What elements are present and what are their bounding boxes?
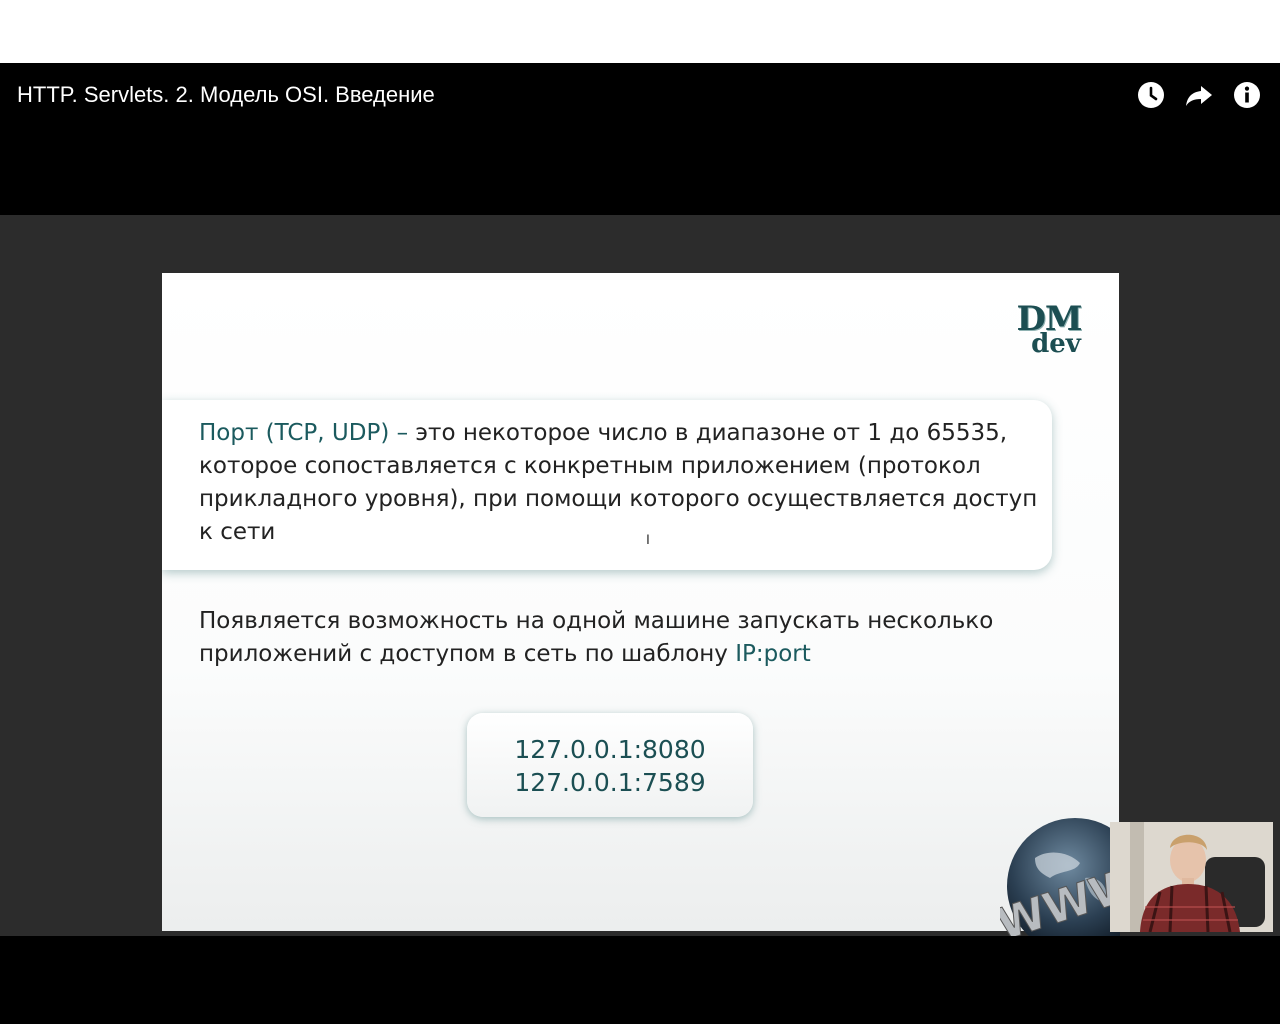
ip-example-1: 127.0.0.1:8080 [514, 735, 706, 764]
ip-port-paragraph: Появляется возможность на одной машине з… [199, 605, 1079, 671]
text-cursor-icon: I [646, 531, 650, 547]
player-top-actions [1136, 80, 1262, 110]
webcam-overlay [1110, 822, 1273, 932]
share-icon[interactable] [1184, 80, 1214, 110]
page-top-strip [0, 0, 1280, 63]
presenter-image [1110, 822, 1273, 932]
paragraph-accent: IP:port [735, 641, 811, 667]
paragraph-body: Появляется возможность на одной машине з… [199, 608, 994, 667]
player-bottom-bar [0, 936, 1280, 1024]
presentation-slide: DM dev Порт (TCP, UDP) – это некоторое ч… [162, 273, 1119, 931]
definition-paragraph: Порт (TCP, UDP) – это некоторое число в … [199, 417, 1039, 549]
ip-example-2: 127.0.0.1:7589 [514, 768, 706, 797]
definition-term: Порт (TCP, UDP) – [199, 420, 409, 446]
www-globe-image: WWW [1000, 818, 1120, 936]
dm-dev-logo: DM dev [1004, 301, 1094, 361]
logo-dev-text: dev [1031, 329, 1081, 359]
ip-examples-box: 127.0.0.1:8080 127.0.0.1:7589 [467, 713, 753, 817]
info-icon[interactable] [1232, 80, 1262, 110]
video-title[interactable]: HTTP. Servlets. 2. Модель OSI. Введение [17, 80, 435, 110]
watch-later-icon[interactable] [1136, 80, 1166, 110]
